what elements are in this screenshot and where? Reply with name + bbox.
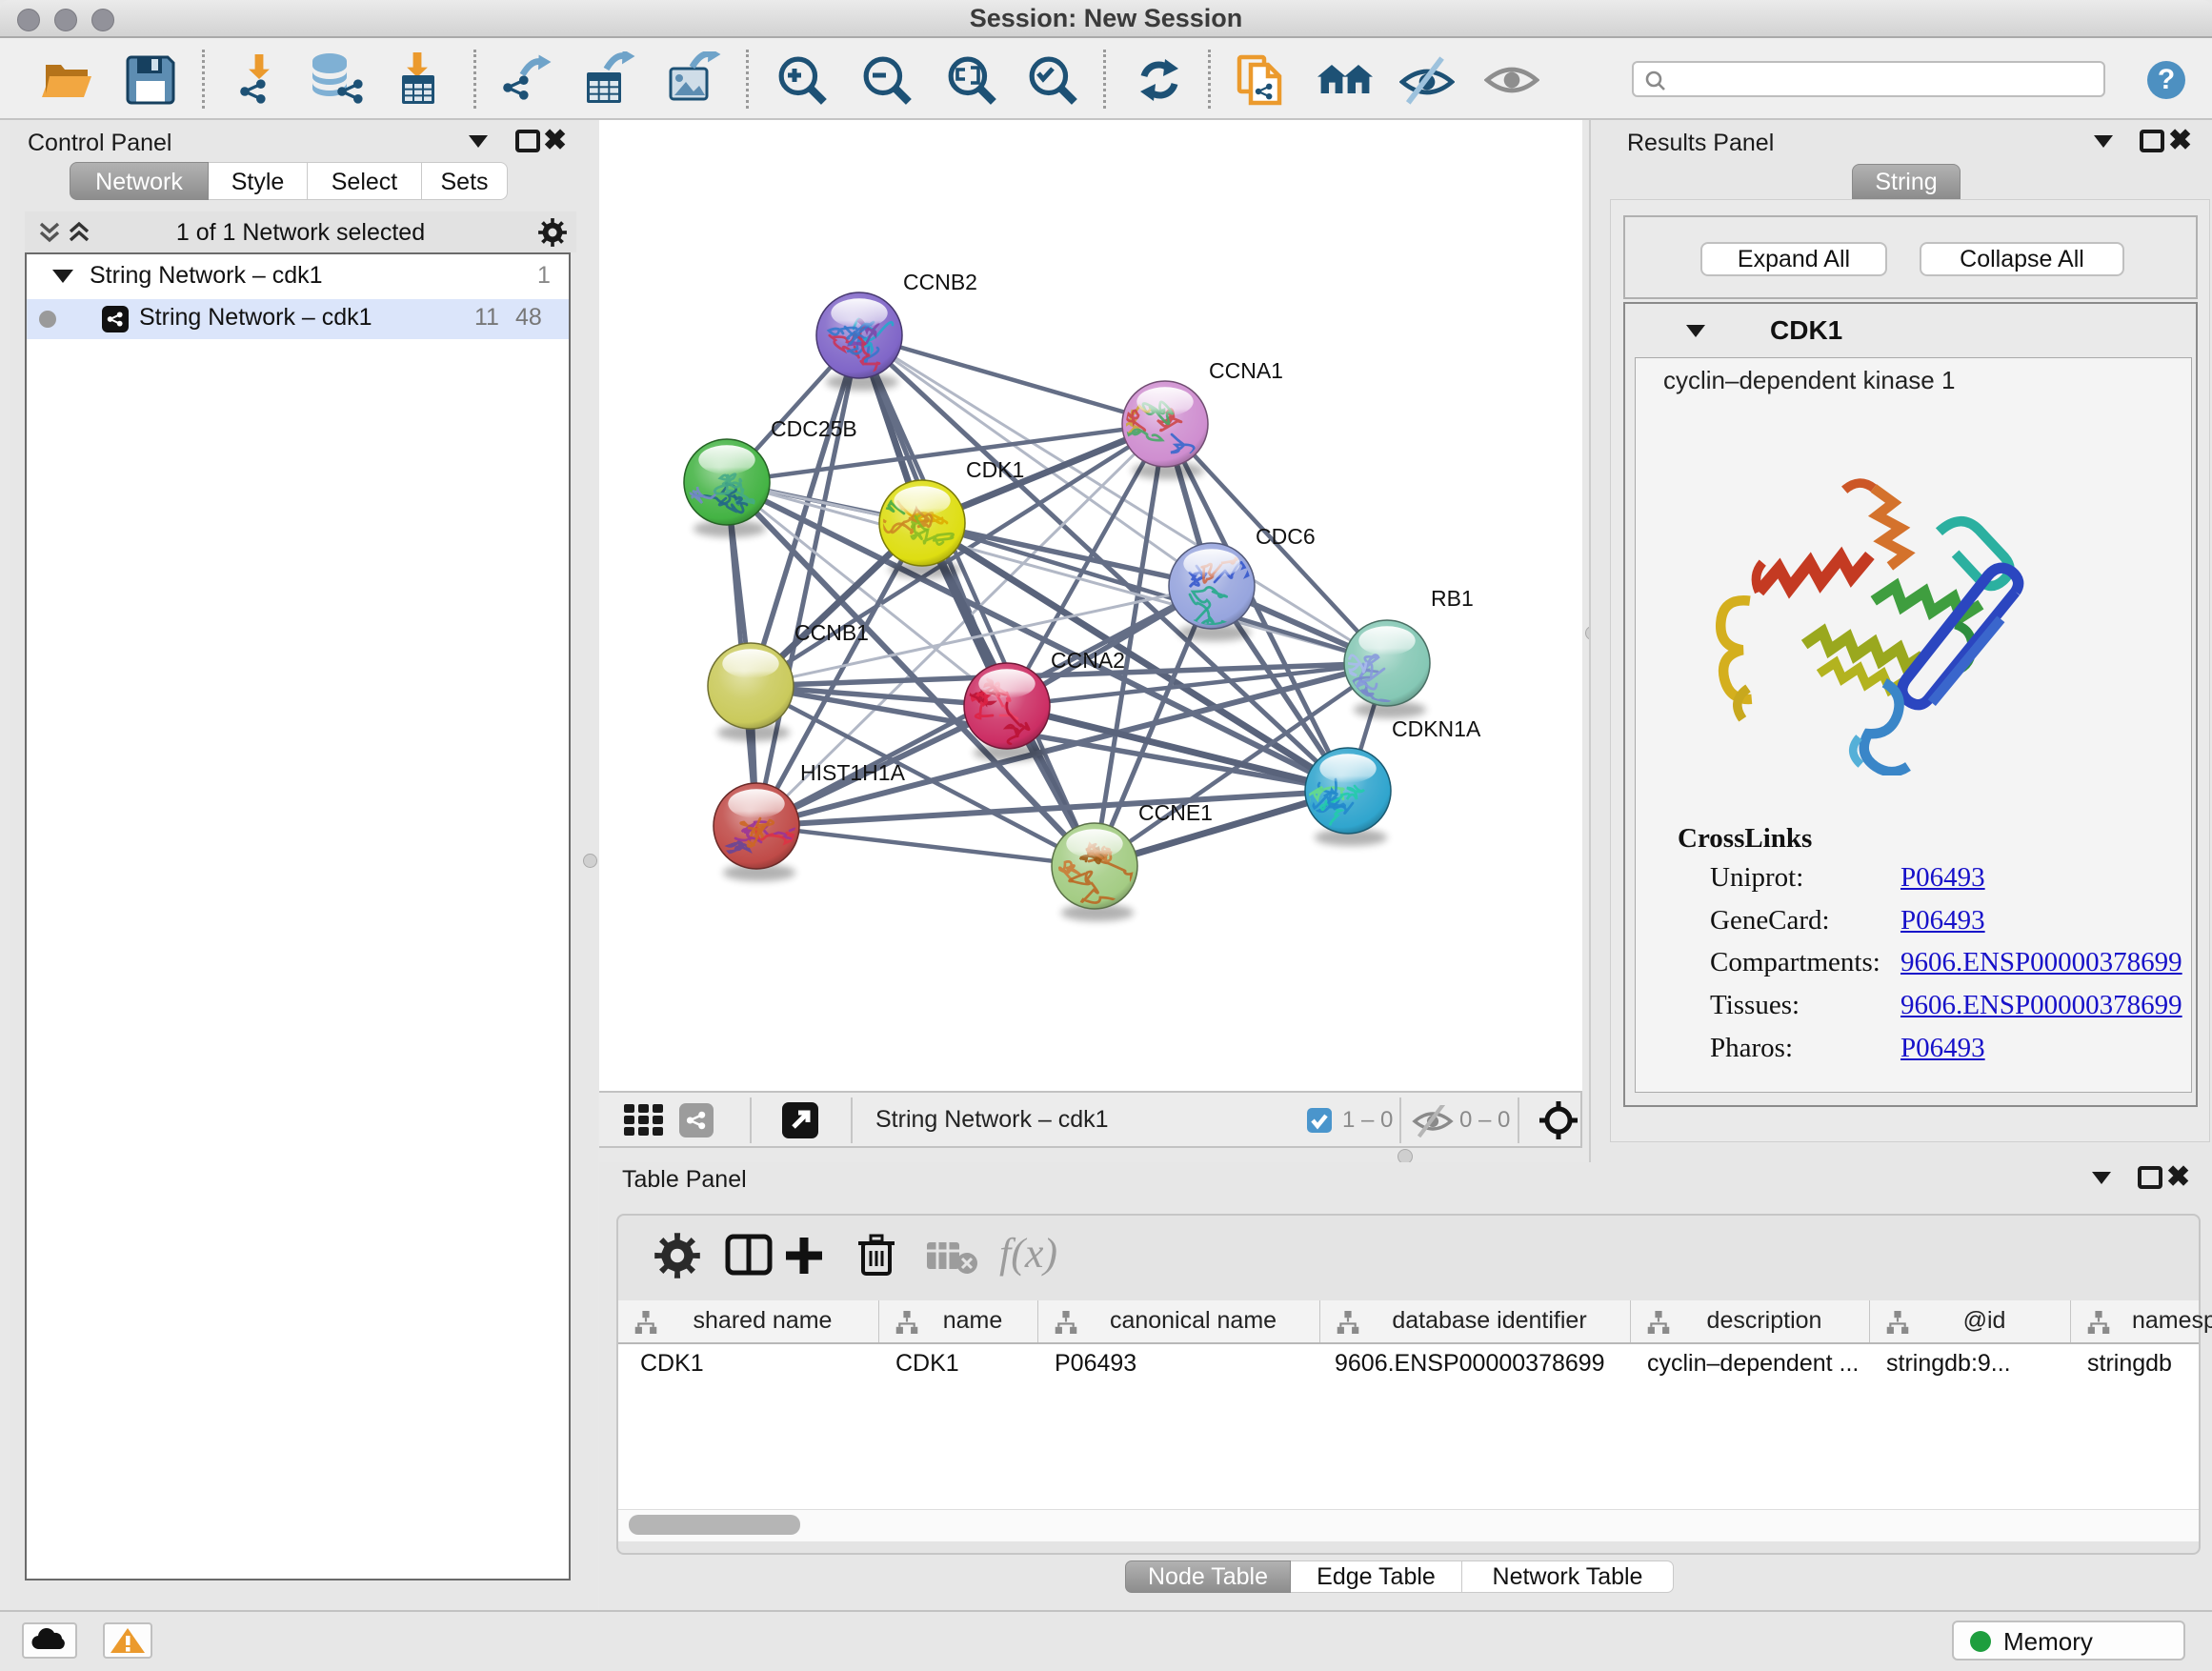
svg-text:CDC25B: CDC25B [771,416,857,441]
svg-text:CDK1: CDK1 [966,457,1024,482]
svg-text:HIST1H1A: HIST1H1A [800,760,906,785]
svg-text:CCNB1: CCNB1 [794,620,869,645]
svg-text:CCNE1: CCNE1 [1138,800,1213,825]
svg-text:CCNA1: CCNA1 [1209,358,1283,383]
svg-text:CCNB2: CCNB2 [903,270,977,294]
svg-text:CDKN1A: CDKN1A [1392,716,1481,741]
svg-text:RB1: RB1 [1431,586,1474,611]
svg-text:CCNA2: CCNA2 [1051,648,1125,673]
svg-text:CDC6: CDC6 [1256,524,1316,549]
